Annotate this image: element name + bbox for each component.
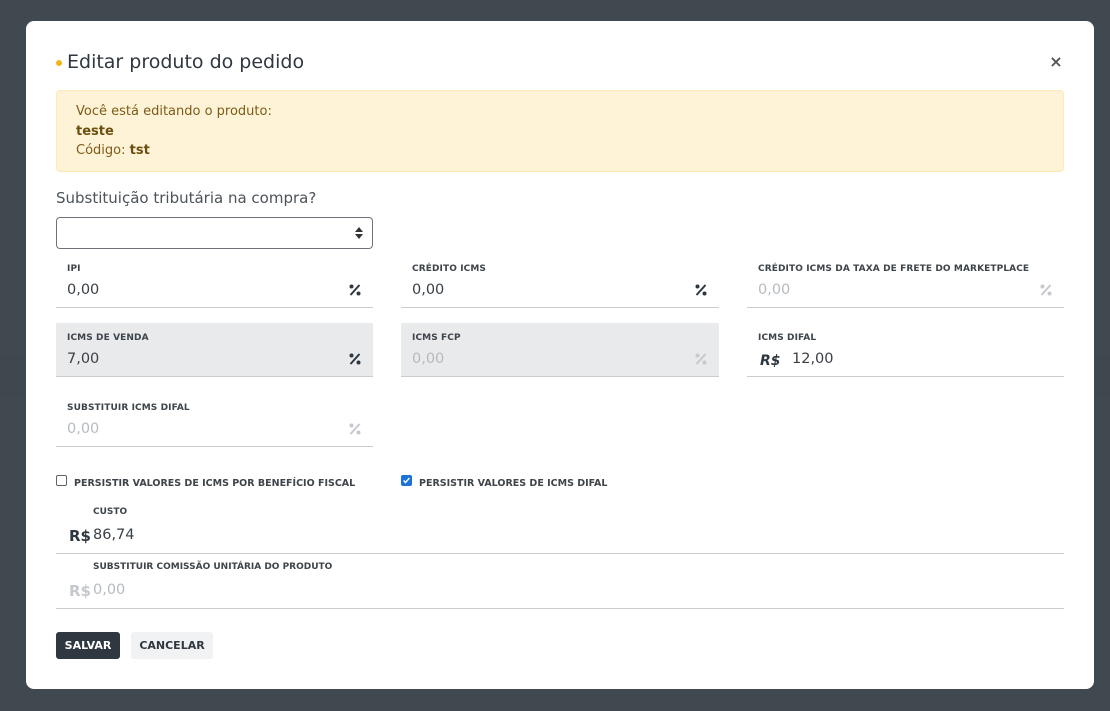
save-button[interactable]: SALVAR	[56, 632, 120, 659]
ipi-field[interactable]: IPI 0,00	[56, 254, 373, 308]
substituir-icms-difal-label: SUBSTITUIR ICMS DIFAL	[67, 403, 190, 413]
icms-venda-value: 7,00	[67, 351, 100, 367]
edit-product-modal: Editar produto do pedido × Você está edi…	[26, 21, 1094, 689]
st-label: Substituição tributária na compra?	[56, 189, 317, 207]
currency-prefix: R$	[69, 527, 91, 545]
close-icon[interactable]: ×	[1048, 54, 1064, 70]
editing-product-alert: Você está editando o produto: teste Códi…	[56, 90, 1064, 172]
currency-prefix: R$	[760, 353, 781, 369]
icms-fcp-value: 0,00	[412, 351, 445, 367]
currency-prefix: R$	[69, 582, 91, 600]
persistir-difal-checkbox[interactable]	[401, 474, 412, 486]
persistir-difal-label[interactable]: PERSISTIR VALORES DE ICMS DIFAL	[419, 478, 607, 489]
percent-icon	[349, 284, 361, 296]
persistir-beneficio-checkbox[interactable]	[56, 474, 67, 486]
title-dot-icon	[56, 60, 62, 66]
ipi-label: IPI	[67, 264, 81, 274]
custo-field[interactable]: CUSTO R$ 86,74	[56, 500, 1064, 554]
custo-label: CUSTO	[93, 507, 128, 517]
credito-icms-label: CRÉDITO ICMS	[412, 264, 487, 274]
cancel-button[interactable]: CANCELAR	[131, 632, 213, 659]
modal-title: Editar produto do pedido	[67, 51, 305, 73]
ipi-value[interactable]: 0,00	[67, 282, 99, 298]
icms-venda-label: ICMS DE VENDA	[67, 333, 149, 343]
sort-arrows-icon	[355, 227, 363, 239]
icms-fcp-field: ICMS FCP 0,00	[401, 323, 719, 377]
st-select[interactable]	[56, 217, 373, 249]
icms-difal-field[interactable]: ICMS DIFAL R$ 12,00	[747, 323, 1064, 377]
percent-icon	[695, 353, 707, 365]
icms-venda-field: ICMS DE VENDA 7,00	[56, 323, 373, 377]
comissao-label: SUBSTITUIR COMISSÃO UNITÁRIA DO PRODUTO	[93, 562, 333, 572]
persistir-beneficio-row[interactable]: PERSISTIR VALORES DE ICMS POR BENEFÍCIO …	[56, 474, 355, 492]
percent-icon	[349, 353, 361, 365]
comissao-value[interactable]: 0,00	[93, 582, 125, 598]
product-name: teste	[76, 123, 114, 139]
custo-value[interactable]: 86,74	[93, 527, 135, 543]
icms-fcp-label: ICMS FCP	[412, 333, 461, 343]
comissao-field[interactable]: SUBSTITUIR COMISSÃO UNITÁRIA DO PRODUTO …	[56, 555, 1064, 609]
code-label: Código:	[76, 143, 130, 158]
icms-difal-value[interactable]: 12,00	[792, 351, 834, 367]
persistir-difal-row[interactable]: PERSISTIR VALORES DE ICMS DIFAL	[401, 474, 607, 492]
percent-icon	[695, 284, 707, 296]
percent-icon	[349, 423, 361, 435]
product-code-line: Código: tst	[76, 141, 1044, 161]
credito-icms-field[interactable]: CRÉDITO ICMS 0,00	[401, 254, 719, 308]
substituir-icms-difal-field[interactable]: SUBSTITUIR ICMS DIFAL 0,00	[56, 393, 373, 447]
credito-icms-value[interactable]: 0,00	[412, 282, 444, 298]
credito-icms-frete-label: CRÉDITO ICMS DA TAXA DE FRETE DO MARKETP…	[758, 264, 1030, 274]
code-value: tst	[129, 143, 150, 158]
modal-header: Editar produto do pedido ×	[56, 50, 1064, 76]
credito-icms-frete-field[interactable]: CRÉDITO ICMS DA TAXA DE FRETE DO MARKETP…	[747, 254, 1064, 308]
checkmark-icon	[403, 477, 410, 484]
percent-icon	[1040, 284, 1052, 296]
icms-difal-label: ICMS DIFAL	[758, 333, 817, 343]
credito-icms-frete-value[interactable]: 0,00	[758, 282, 790, 298]
alert-text: Você está editando o produto:	[76, 104, 272, 119]
substituir-icms-difal-value[interactable]: 0,00	[67, 421, 99, 437]
persistir-beneficio-label[interactable]: PERSISTIR VALORES DE ICMS POR BENEFÍCIO …	[74, 478, 355, 489]
